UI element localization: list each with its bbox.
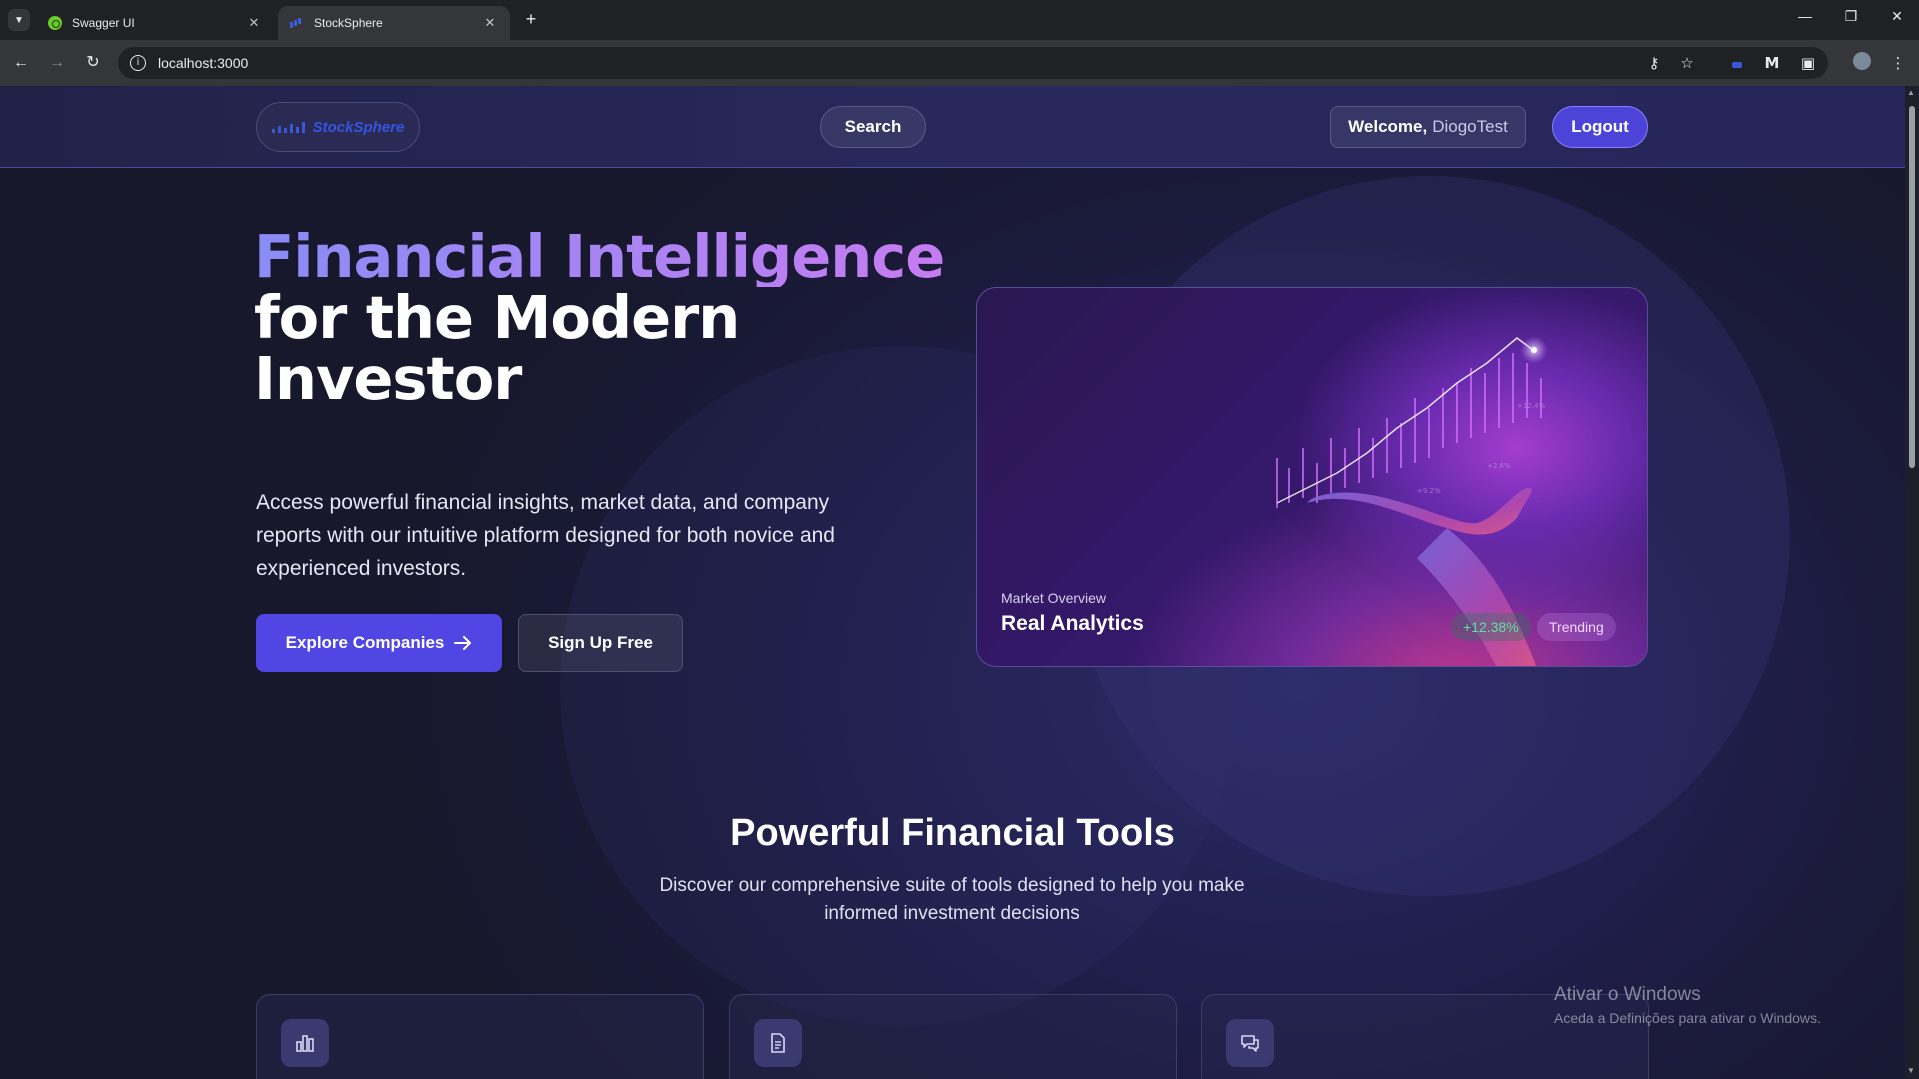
close-icon[interactable]: ✕ (246, 15, 262, 31)
url-text: localhost:3000 (158, 55, 249, 71)
tab-swagger[interactable]: Swagger UI ✕ (36, 6, 274, 40)
profile-avatar[interactable] (1851, 52, 1873, 74)
search-button[interactable]: Search (820, 106, 926, 148)
tool-card-chat[interactable] (1201, 994, 1649, 1079)
logout-button[interactable]: Logout (1552, 106, 1648, 148)
tool-card-analytics[interactable] (256, 994, 704, 1079)
hero-title-line: Investor (254, 344, 522, 413)
hero-title-line: for the Modern (254, 283, 740, 352)
svg-text:+12.4%: +12.4% (1517, 402, 1545, 410)
tab-title: StockSphere (314, 16, 383, 30)
swagger-icon (48, 16, 62, 30)
welcome-prefix: Welcome, (1348, 117, 1428, 136)
chat-icon (1226, 1019, 1274, 1067)
welcome-badge: Welcome, DiogoTest (1330, 106, 1526, 148)
minimize-icon[interactable]: — (1790, 8, 1820, 24)
stocksphere-icon (290, 18, 304, 28)
svg-text:+2.6%: +2.6% (1487, 462, 1511, 470)
logo-bars-icon (271, 121, 305, 133)
card-caption-title: Real Analytics (1001, 612, 1144, 635)
browser-toolbar: ← → ↻ i localhost:3000 ⚷ ☆ M ▣ ⋮ (0, 40, 1919, 86)
windows-watermark-title: Ativar o Windows (1554, 984, 1701, 1005)
card-caption-small: Market Overview (1001, 590, 1107, 606)
document-icon (754, 1019, 802, 1067)
hero-subtitle: Access powerful financial insights, mark… (256, 491, 835, 580)
sign-up-button[interactable]: Sign Up Free (518, 614, 683, 672)
close-icon[interactable]: ✕ (482, 15, 498, 31)
site-navbar: StockSphere Search Welcome, DiogoTest Lo… (0, 86, 1905, 168)
page-viewport: StockSphere Search Welcome, DiogoTest Lo… (0, 86, 1905, 1079)
windows-watermark-subtitle: Aceda a Definições para ativar o Windows… (1554, 1010, 1821, 1026)
bookmark-star-icon[interactable]: ☆ (1676, 52, 1698, 74)
tool-card-reports[interactable] (729, 994, 1177, 1079)
tab-title: Swagger UI (72, 16, 135, 30)
new-tab-button[interactable]: + (520, 9, 542, 31)
page-scrollbar[interactable]: ▲ ▼ (1905, 86, 1919, 1079)
svg-text:+9.2%: +9.2% (1417, 487, 1441, 495)
browser-menu-icon[interactable]: ⋮ (1887, 52, 1909, 74)
password-key-icon[interactable]: ⚷ (1643, 52, 1665, 74)
scrollbar-thumb[interactable] (1909, 106, 1915, 468)
username: DiogoTest (1432, 117, 1508, 136)
bar-chart-icon (281, 1019, 329, 1067)
back-icon[interactable]: ← (10, 52, 32, 74)
tab-stocksphere[interactable]: StockSphere ✕ (278, 6, 510, 40)
tools-section-subtitle: Discover our comprehensive suite of tool… (659, 875, 1245, 924)
scroll-down-icon[interactable]: ▼ (1907, 1066, 1915, 1075)
browser-tab-bar: ▼ Swagger UI ✕ StockSphere ✕ + — ❐ ✕ (0, 0, 1919, 40)
logo[interactable]: StockSphere (256, 102, 420, 152)
reload-icon[interactable]: ↻ (82, 52, 104, 74)
trending-badge: Trending (1537, 613, 1616, 641)
tab-search-button[interactable]: ▼ (8, 9, 30, 31)
change-badge: +12.38% (1451, 613, 1531, 641)
explore-label: Explore Companies (285, 633, 445, 652)
restore-icon[interactable]: ❐ (1836, 8, 1866, 25)
hero-title: Financial Intelligence for the Modern In… (254, 222, 945, 413)
hero-analytics-card: +12.4% +2.6% +9.2% Market Overview Real An… (976, 287, 1648, 667)
address-bar[interactable]: i localhost:3000 (118, 47, 1828, 79)
hero-title-highlight: Financial Intelligence (254, 222, 945, 291)
explore-companies-button[interactable]: Explore Companies (256, 614, 502, 672)
scroll-up-icon[interactable]: ▲ (1907, 88, 1915, 97)
tools-section-title: Powerful Financial Tools (730, 812, 1175, 854)
logo-text: StockSphere (312, 118, 405, 136)
site-info-icon[interactable]: i (130, 55, 146, 71)
forward-icon[interactable]: → (46, 52, 68, 74)
arrow-right-icon (454, 636, 472, 650)
analytics-illustration: +12.4% +2.6% +9.2% (1276, 336, 1548, 666)
window-close-icon[interactable]: ✕ (1882, 8, 1912, 25)
extensions-puzzle-icon[interactable]: ▣ (1797, 52, 1819, 74)
m-extension-icon[interactable]: M (1761, 52, 1783, 74)
extension-icon[interactable] (1726, 52, 1748, 74)
